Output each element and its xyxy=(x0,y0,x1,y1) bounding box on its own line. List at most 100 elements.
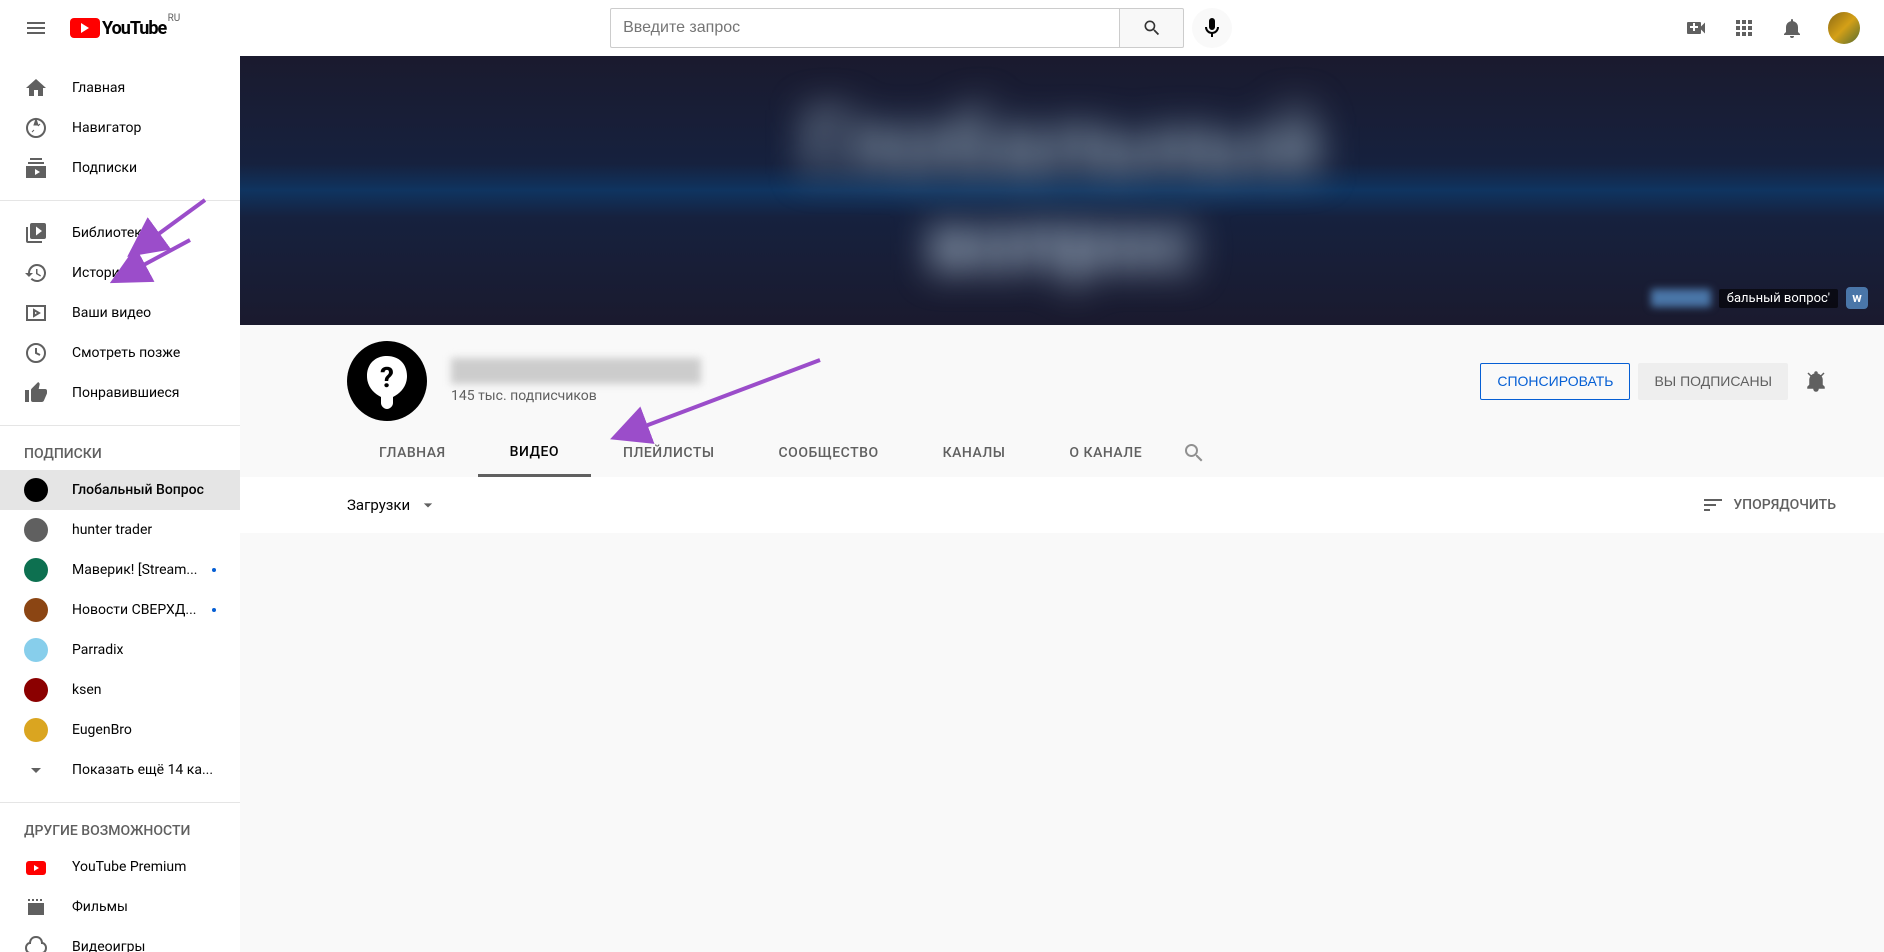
sidebar-item-label: Маверик! [Stream... xyxy=(72,562,197,578)
vk-label: бальный вопрос' xyxy=(1719,289,1838,308)
sidebar-item-label: История xyxy=(72,265,127,281)
channel-subscriber-count: 145 тыс. подписчиков xyxy=(451,388,1480,404)
channel-search-button[interactable] xyxy=(1174,429,1214,477)
vk-icon: w xyxy=(1846,287,1868,309)
subscribed-button[interactable]: Вы подписаны xyxy=(1638,363,1788,400)
sidebar-subscription-item[interactable]: ksen xyxy=(0,670,240,710)
sidebar-subscription-item[interactable]: hunter trader xyxy=(0,510,240,550)
sidebar-item-label: Фильмы xyxy=(72,899,128,915)
channel-tab-3[interactable]: Сообщество xyxy=(747,429,911,477)
channel-banner: Глобальный вопрос бальный вопрос' w xyxy=(240,56,1884,325)
sidebar-item-label: Ваши видео xyxy=(72,305,151,321)
gaming-icon xyxy=(24,935,48,952)
sidebar-item-explore[interactable]: Навигатор xyxy=(0,108,240,148)
sidebar-subscription-item[interactable]: Маверик! [Stream... xyxy=(0,550,240,590)
sidebar-item-label: Подписки xyxy=(72,160,137,176)
sidebar-item-watch-later[interactable]: Смотреть позже xyxy=(0,333,240,373)
explore-icon xyxy=(24,116,48,140)
notifications-button[interactable] xyxy=(1772,8,1812,48)
microphone-icon xyxy=(1200,16,1224,40)
bell-active-icon xyxy=(1804,369,1828,393)
sidebar-item-label: EugenBro xyxy=(72,722,132,738)
create-icon xyxy=(1684,16,1708,40)
sidebar-other-title: Другие возможности xyxy=(0,815,240,847)
subscriptions-icon xyxy=(24,156,48,180)
sidebar-item-history[interactable]: История xyxy=(0,253,240,293)
header-right xyxy=(1676,8,1868,48)
search-button[interactable] xyxy=(1119,8,1184,48)
channel-tab-1[interactable]: Видео xyxy=(478,429,591,477)
sidebar-subscription-item[interactable]: Новости СВЕРХД... xyxy=(0,590,240,630)
sidebar-item-gaming[interactable]: Видеоигры xyxy=(0,927,240,952)
header: YouTube RU xyxy=(0,0,1884,56)
subscription-avatar xyxy=(24,518,48,542)
sidebar-item-label: Видеоигры xyxy=(72,939,145,952)
sidebar-item-label: ksen xyxy=(72,682,101,698)
channel-info: 145 тыс. подписчиков xyxy=(451,358,1480,404)
sidebar-show-more[interactable]: Показать ещё 14 ка... xyxy=(0,750,240,790)
header-center xyxy=(610,8,1232,48)
header-left: YouTube RU xyxy=(16,8,166,48)
channel-tab-4[interactable]: Каналы xyxy=(911,429,1038,477)
sidebar-item-label: Новости СВЕРХД... xyxy=(72,602,197,618)
sidebar-subscription-item[interactable]: EugenBro xyxy=(0,710,240,750)
sidebar-separator xyxy=(0,200,240,201)
channel-avatar[interactable]: ? xyxy=(347,341,427,421)
sponsor-button[interactable]: Спонсировать xyxy=(1480,363,1630,400)
voice-search-button[interactable] xyxy=(1192,8,1232,48)
search-icon xyxy=(1142,18,1162,38)
search-icon xyxy=(1182,441,1206,465)
sidebar-item-your-videos[interactable]: Ваши видео xyxy=(0,293,240,333)
sidebar: Главная Навигатор Подписки Библиотека Истор… xyxy=(0,56,240,952)
sidebar-item-subscriptions[interactable]: Подписки xyxy=(0,148,240,188)
liked-icon xyxy=(24,381,48,405)
apps-button[interactable] xyxy=(1724,8,1764,48)
sidebar-subscription-item[interactable]: Глобальный Вопрос xyxy=(0,470,240,510)
channel-tab-5[interactable]: О канале xyxy=(1037,429,1174,477)
sidebar-item-label: Главная xyxy=(72,80,125,96)
sidebar-item-home[interactable]: Главная xyxy=(0,68,240,108)
youtube-logo[interactable]: YouTube RU xyxy=(70,18,166,39)
channel-tab-0[interactable]: Главная xyxy=(347,429,478,477)
user-avatar[interactable] xyxy=(1828,12,1860,44)
svg-text:?: ? xyxy=(380,361,394,394)
channel-tabs: ГлавнаяВидеоПлейлистыСообществоКаналыО к… xyxy=(240,429,1884,477)
sidebar-item-label: Навигатор xyxy=(72,120,141,136)
youtube-logo-icon xyxy=(70,18,100,38)
create-button[interactable] xyxy=(1676,8,1716,48)
channel-actions: Спонсировать Вы подписаны xyxy=(1480,361,1836,401)
search-box xyxy=(610,8,1184,48)
sidebar-item-label: Смотреть позже xyxy=(72,345,180,361)
notification-bell-button[interactable] xyxy=(1796,361,1836,401)
vk-blurred-prefix xyxy=(1651,289,1711,307)
sidebar-separator xyxy=(0,425,240,426)
uploads-dropdown[interactable]: Загрузки xyxy=(347,495,438,515)
sidebar-item-liked[interactable]: Понравившиеся xyxy=(0,373,240,413)
search-input[interactable] xyxy=(610,8,1119,48)
movies-icon xyxy=(24,895,48,919)
subscription-avatar xyxy=(24,718,48,742)
sidebar-item-label: Библиотека xyxy=(72,225,149,241)
channel-avatar-icon: ? xyxy=(357,351,417,411)
sidebar-item-movies[interactable]: Фильмы xyxy=(0,887,240,927)
sidebar-item-yt-premium[interactable]: YouTube Premium xyxy=(0,847,240,887)
hamburger-icon xyxy=(24,16,48,40)
apps-grid-icon xyxy=(1732,16,1756,40)
watch-later-icon xyxy=(24,341,48,365)
hamburger-menu-button[interactable] xyxy=(16,8,56,48)
sort-label: Упорядочить xyxy=(1733,497,1836,513)
sidebar-subscriptions-title: Подписки xyxy=(0,438,240,470)
sidebar-subscription-item[interactable]: Parradix xyxy=(0,630,240,670)
channel-name-blurred xyxy=(451,358,701,384)
your-videos-icon xyxy=(24,301,48,325)
sidebar-item-library[interactable]: Библиотека xyxy=(0,213,240,253)
sidebar-item-label: Понравившиеся xyxy=(72,385,179,401)
banner-vk-link[interactable]: бальный вопрос' w xyxy=(1651,287,1868,309)
chevron-down-icon xyxy=(24,758,48,782)
sort-button[interactable]: Упорядочить xyxy=(1701,493,1836,517)
new-content-dot xyxy=(212,608,216,612)
home-icon xyxy=(24,76,48,100)
yt-premium-icon xyxy=(24,855,48,879)
channel-tab-2[interactable]: Плейлисты xyxy=(591,429,747,477)
library-icon xyxy=(24,221,48,245)
